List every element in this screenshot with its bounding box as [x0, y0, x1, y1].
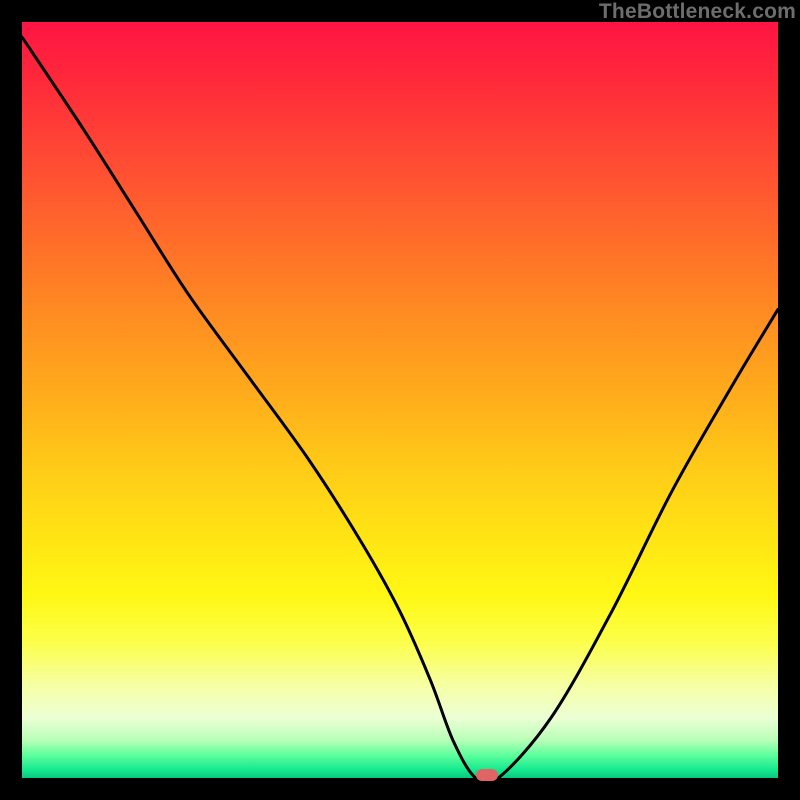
bottleneck-curve-path: [22, 37, 778, 778]
curve-layer: [22, 22, 778, 778]
plot-area: [22, 22, 778, 778]
watermark-text: TheBottleneck.com: [599, 0, 796, 24]
optimal-marker: [476, 769, 498, 781]
bottleneck-plot: TheBottleneck.com: [0, 0, 800, 800]
